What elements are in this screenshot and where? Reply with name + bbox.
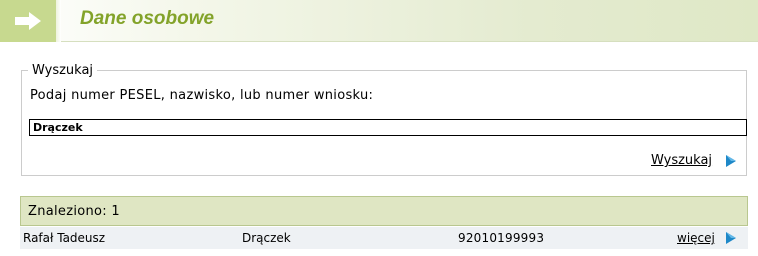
page-title: Dane osobowe [80, 8, 215, 29]
table-row: Rafał Tadeusz Drączek 92010199993 więcej [20, 227, 748, 249]
play-arrow-icon[interactable] [725, 231, 737, 245]
result-count-bar: Znaleziono: 1 [20, 196, 748, 226]
search-prompt: Podaj numer PESEL, nazwisko, lub numer w… [30, 88, 374, 103]
page: Dane osobowe Wyszukaj Podaj numer PESEL,… [0, 0, 758, 256]
more-link[interactable]: więcej [677, 231, 715, 245]
result-pesel: 92010199993 [458, 231, 545, 245]
arrow-right-icon [0, 0, 56, 42]
header-divider [56, 0, 61, 42]
play-arrow-icon[interactable] [725, 154, 737, 168]
result-count-text: Znaleziono: 1 [28, 204, 120, 219]
result-surname: Drączek [242, 231, 291, 245]
search-input[interactable] [29, 119, 747, 136]
header-bar: Dane osobowe [0, 0, 758, 42]
result-name: Rafał Tadeusz [23, 231, 106, 245]
search-legend: Wyszukaj [28, 63, 98, 78]
search-button[interactable]: Wyszukaj [651, 153, 712, 168]
